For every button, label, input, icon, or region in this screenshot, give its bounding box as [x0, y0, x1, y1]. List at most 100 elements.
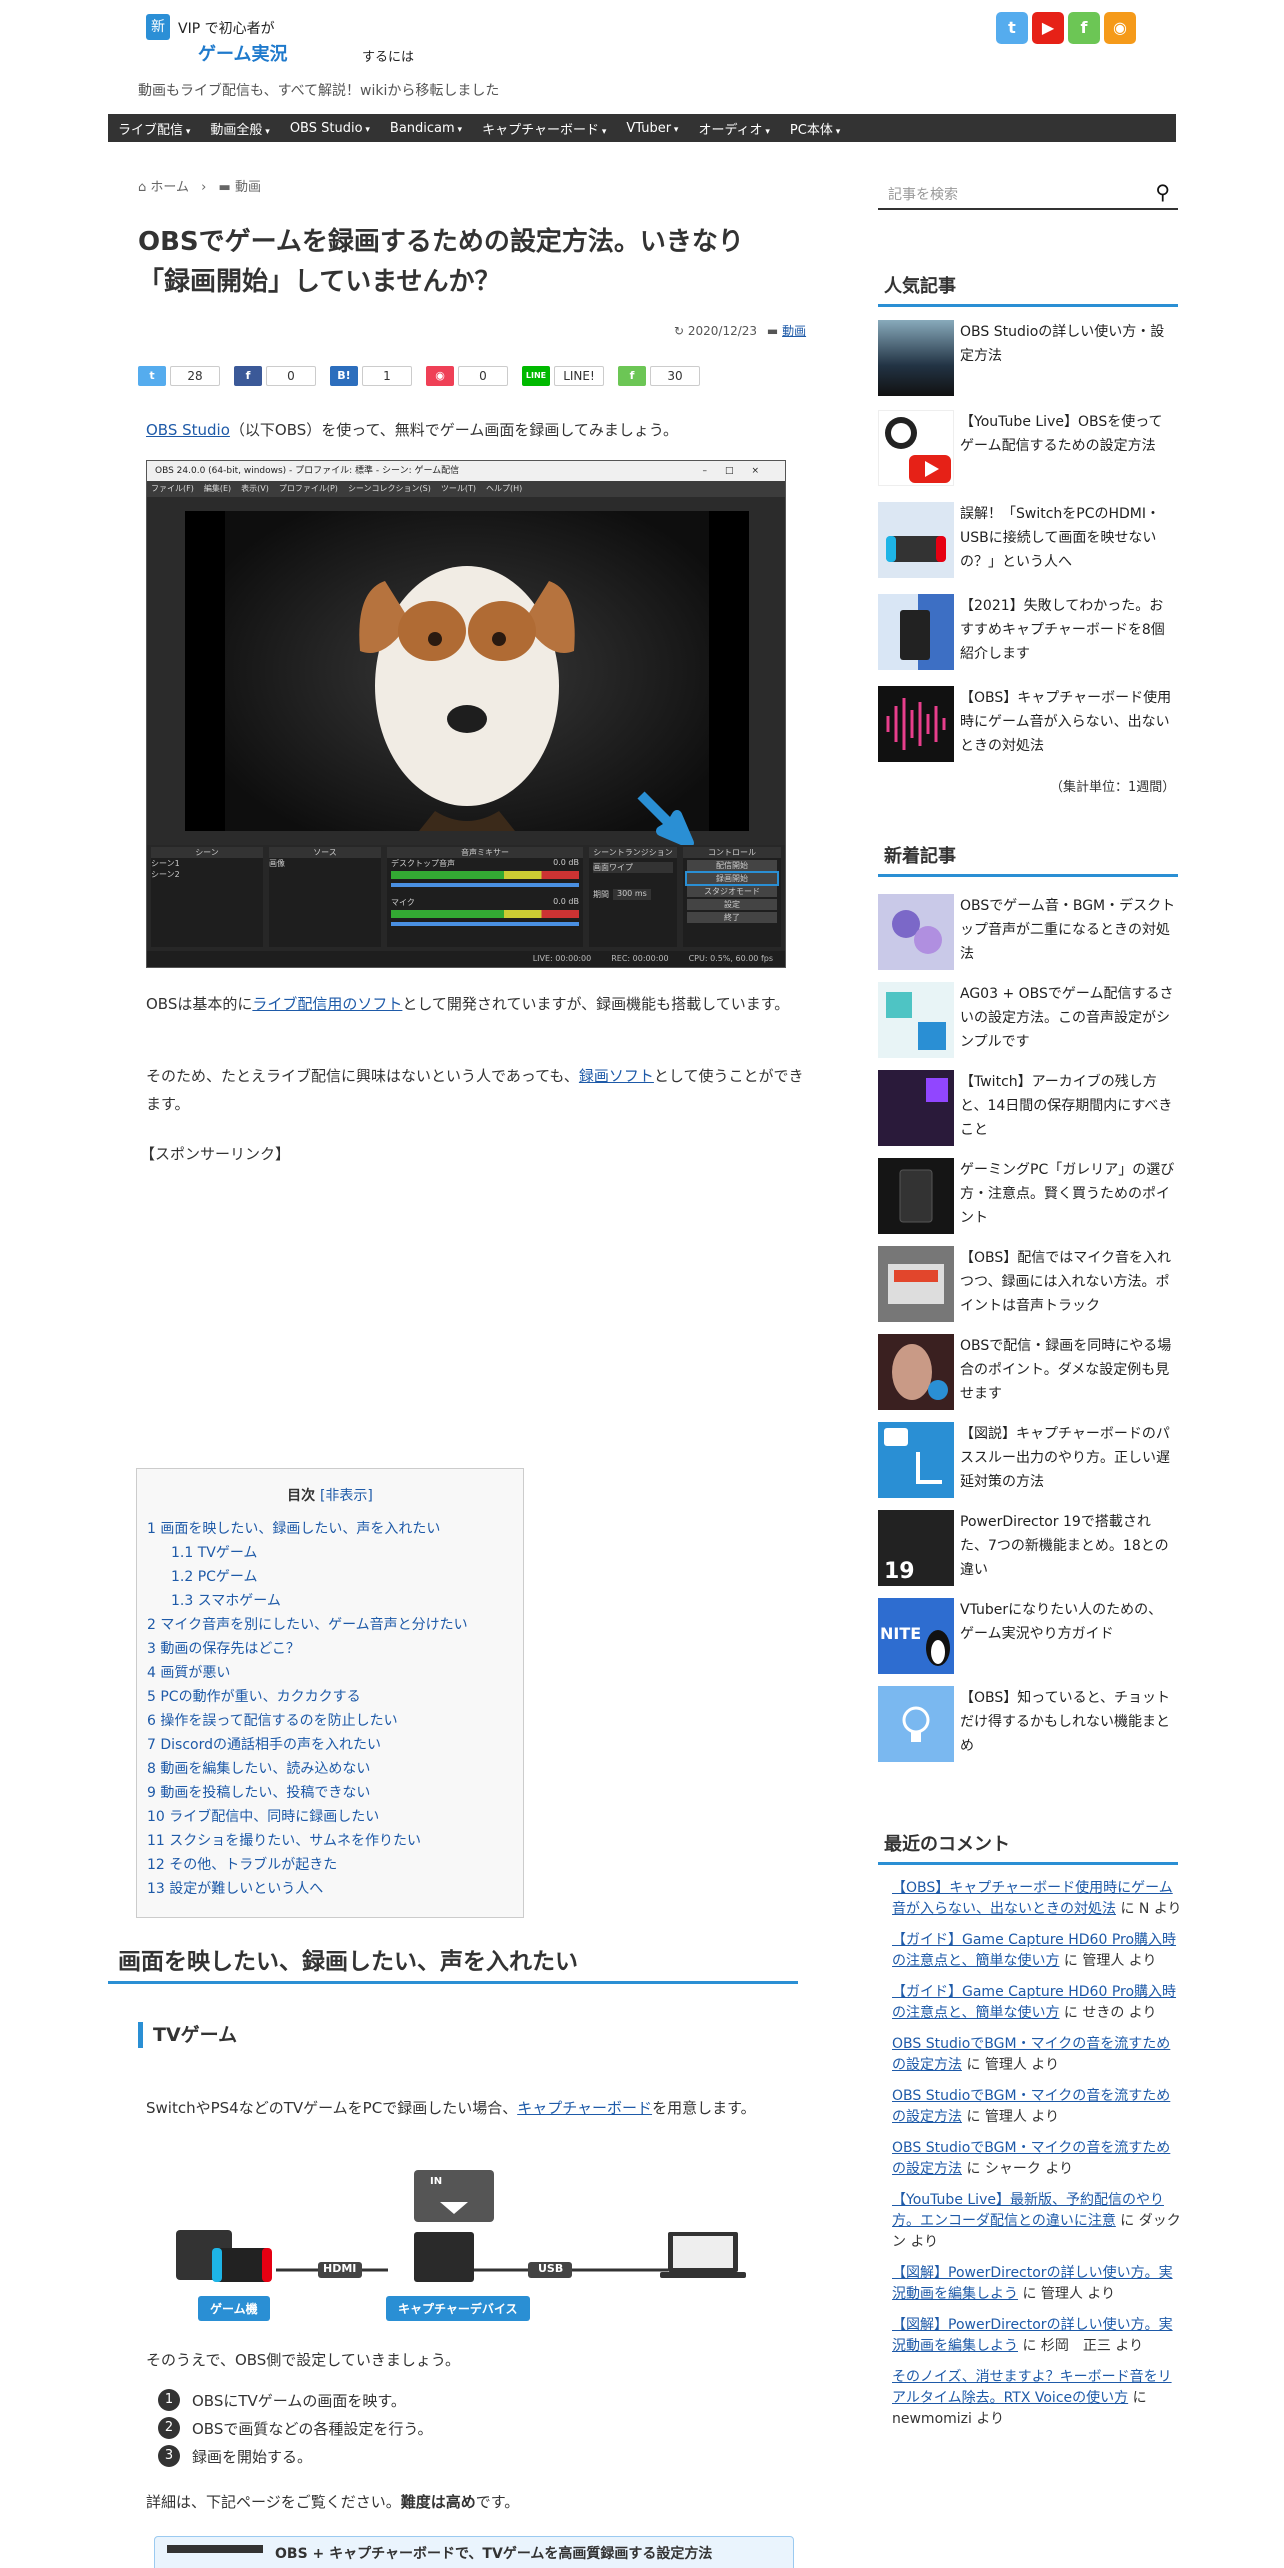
nav-item-obs[interactable]: OBS Studio — [290, 121, 370, 136]
toc-link[interactable]: 9 動画を投稿したい、投稿できない — [147, 1785, 370, 1801]
comment-item: 【ガイド】Game Capture HD60 Pro購入時の注意点と、簡単な使い… — [892, 1930, 1182, 1972]
nav-item-live[interactable]: ライブ配信 — [118, 119, 190, 138]
capture-board-link[interactable]: キャプチャーボード — [517, 2099, 652, 2117]
new-item[interactable]: ゲーミングPC「ガレリア」の選び方・注意点。賢く買うためのポイント — [878, 1158, 1178, 1238]
toc-item: 1.2 PCゲーム — [147, 1565, 523, 1589]
nav-item-pc[interactable]: PC本体 — [790, 119, 840, 138]
toc-link[interactable]: 4 画質が悪い — [147, 1665, 230, 1681]
obs-studio-link[interactable]: OBS Studio — [146, 421, 230, 439]
new-item[interactable]: 【OBS】配信ではマイク音を入れつつ、録画には入れない方法。ポイントは音声トラッ… — [878, 1246, 1178, 1326]
toc-link[interactable]: 10 ライブ配信中、同時に録画したい — [147, 1809, 379, 1825]
recording-software-link[interactable]: 録画ソフト — [579, 1067, 654, 1085]
popular-heading: 人気記事 — [878, 270, 1178, 307]
toc-link[interactable]: 3 動画の保存先はどこ？ — [147, 1641, 300, 1657]
toc-link[interactable]: 1.3 スマホゲーム — [171, 1593, 281, 1609]
toc-item: 1.3 スマホゲーム — [147, 1589, 523, 1613]
hdmi-label: HDMI — [323, 2262, 357, 2275]
article-category[interactable]: 動画 — [782, 324, 806, 338]
popular-item[interactable]: 誤解！「SwitchをPCのHDMI・USBに接続して画面を映せないの？」という… — [878, 502, 1178, 582]
toc-link[interactable]: 6 操作を誤って配信するのを防止したい — [147, 1713, 398, 1729]
toc-link[interactable]: 5 PCの動作が重い、カクカクする — [147, 1689, 361, 1705]
share-line[interactable]: LINE LINE! — [522, 366, 604, 386]
article-thumb — [878, 502, 954, 578]
paragraph-4: SwitchやPS4などのTVゲームをPCで録画したい場合、キャプチャーボードを… — [146, 2099, 756, 2117]
nav-item-capture[interactable]: キャプチャーボード — [482, 119, 606, 138]
toc-item: 11 スクショを撮りたい、サムネを作りたい — [147, 1829, 523, 1853]
comment-item: OBS StudioでBGM・マイクの音を流すための設定方法 に シャーク より — [892, 2138, 1182, 2180]
new-item[interactable]: 【図説】キャプチャーボードのパススルー出力のやり方。正しい遅延対策の方法 — [878, 1422, 1178, 1502]
new-item[interactable]: NITE VTuberになりたい人のための、ゲーム実況やり方ガイド — [878, 1598, 1178, 1678]
toc-item: 7 Discordの通話相手の声を入れたい — [147, 1733, 523, 1757]
popular-item[interactable]: 【OBS】キャプチャーボード使用時にゲーム音が入らない、出ないときの対処法 — [878, 686, 1178, 766]
breadcrumb-category[interactable]: 動画 — [235, 180, 261, 195]
toc-link[interactable]: 1.1 TVゲーム — [171, 1545, 257, 1561]
related-article-card[interactable]: OBS + キャプチャーボードで、TVゲームを高画質録画する設定方法 — [154, 2536, 794, 2568]
new-item[interactable]: 19 PowerDirector 19で搭載された、7つの新機能まとめ。18との違… — [878, 1510, 1178, 1590]
twitter-icon[interactable]: t — [996, 12, 1028, 44]
toc-item: 6 操作を誤って配信するのを防止したい — [147, 1709, 523, 1733]
search-box[interactable]: 記事を検索 ⚲ — [878, 174, 1178, 210]
step-number-icon: 3 — [158, 2445, 180, 2467]
game-console-label: ゲーム機 — [198, 2296, 270, 2321]
search-icon[interactable]: ⚲ — [1155, 180, 1170, 204]
twitter-icon: t — [138, 366, 166, 386]
toc-link[interactable]: 1 画面を映したい、録画したい、声を入れたい — [147, 1521, 440, 1537]
volume-slider[interactable] — [391, 922, 579, 926]
toc-link[interactable]: 1.2 PCゲーム — [171, 1569, 258, 1585]
toc-link[interactable]: 13 設定が難しいという人へ — [147, 1881, 323, 1897]
youtube-icon[interactable]: ▶ — [1032, 12, 1064, 44]
breadcrumb-home[interactable]: ホーム — [150, 180, 189, 195]
obs-docks: シーン シーン1 シーン2 ソース 画像 音声ミキサー デスクトップ音声 0.0 … — [147, 845, 785, 951]
comment-item: 【図解】PowerDirectorの詳しい使い方。実況動画を編集しよう に 杉岡… — [892, 2315, 1182, 2357]
nav-item-bandicam[interactable]: Bandicam — [390, 121, 462, 136]
toc-link[interactable]: 8 動画を編集したい、読み込めない — [147, 1761, 370, 1777]
nav-item-vtuber[interactable]: VTuber — [626, 121, 678, 136]
new-item[interactable]: OBSで配信・録画を同時にやる場合のポイント。ダメな設定例も見せます — [878, 1334, 1178, 1414]
article-thumb — [878, 1070, 954, 1146]
obs-title-bar: OBS 24.0.0 (64-bit, windows) - プロファイル: 標… — [147, 461, 785, 481]
toc-item: 2 マイク音声を別にしたい、ゲーム音声と分けたい — [147, 1613, 523, 1637]
intro-paragraph: OBS Studio（以下OBS）を使って、無料でゲーム画面を録画してみましょう… — [146, 421, 678, 439]
new-item[interactable]: 【Twitch】アーカイブの残し方と、14日間の保存期間内にすべきこと — [878, 1070, 1178, 1150]
table-of-contents: 目次 [非表示] 1 画面を映したい、録画したい、声を入れたい 1.1 TVゲーム… — [136, 1468, 524, 1918]
toc-link[interactable]: 12 その他、トラブルが起きた — [147, 1857, 337, 1873]
share-pocket[interactable]: ◉ 0 — [426, 366, 508, 386]
capture-device-label: キャプチャーデバイス — [386, 2296, 530, 2321]
article-thumb — [878, 894, 954, 970]
global-nav: ライブ配信 動画全般 OBS Studio Bandicam キャプチャーボード… — [108, 114, 1176, 142]
search-input[interactable]: 記事を検索 — [888, 187, 958, 203]
new-item[interactable]: OBSでゲーム音・BGM・デスクトップ音声が二重になるときの対処法 — [878, 894, 1178, 974]
article-thumb — [878, 982, 954, 1058]
site-logo[interactable]: 新 VIP で初心者が ゲーム実況 するには — [146, 14, 466, 70]
share-twitter[interactable]: t 28 — [138, 366, 220, 386]
feedly-icon[interactable]: f — [1068, 12, 1100, 44]
share-feedly[interactable]: f 30 — [618, 366, 700, 386]
toc-link[interactable]: 11 スクショを撮りたい、サムネを作りたい — [147, 1833, 421, 1849]
volume-slider[interactable] — [391, 883, 579, 887]
paragraph-2: OBSは基本的にライブ配信用のソフトとして開発されていますが、録画機能も搭載して… — [146, 995, 790, 1013]
rss-icon[interactable]: ◉ — [1104, 12, 1136, 44]
new-item[interactable]: 【OBS】知っていると、チョットだけ得するかもしれない機能まとめ — [878, 1686, 1178, 1766]
share-hatena[interactable]: B! 1 — [330, 366, 412, 386]
start-recording-button[interactable]: 録画開始 — [685, 871, 779, 886]
toc-link[interactable]: 7 Discordの通話相手の声を入れたい — [147, 1737, 381, 1753]
toc-toggle[interactable]: [非表示] — [320, 1488, 373, 1504]
new-item[interactable]: AG03 + OBSでゲーム配信するさいの設定方法。この音声設定がシンプルです — [878, 982, 1178, 1062]
nav-item-video[interactable]: 動画全般 — [210, 119, 269, 138]
article-thumb: 19 — [878, 1510, 954, 1586]
transition-panel: シーントランジション 画面ワイプ 期間 300 ms — [589, 847, 677, 947]
popular-item[interactable]: 【2021】失敗してわかった。おすすめキャプチャーボードを8個紹介します — [878, 594, 1178, 674]
toc-link[interactable]: 2 マイク音声を別にしたい、ゲーム音声と分けたい — [147, 1617, 468, 1633]
share-facebook[interactable]: f0 — [234, 366, 316, 386]
obs-screenshot: OBS 24.0.0 (64-bit, windows) - プロファイル: 標… — [146, 460, 786, 968]
live-software-link[interactable]: ライブ配信用のソフト — [252, 995, 402, 1013]
article-thumb — [878, 1334, 954, 1410]
article-thumb — [878, 320, 954, 396]
toc-item: 4 画質が悪い — [147, 1661, 523, 1685]
comment-author: に 杉岡 正三 より — [1018, 2338, 1144, 2354]
share-buttons: t 28 f0 B! 1 ◉ 0 LINE LINE! f 30 — [138, 366, 714, 386]
article-thumb — [878, 1422, 954, 1498]
popular-item[interactable]: OBS Studioの詳しい使い方・設定方法 — [878, 320, 1178, 400]
popular-item[interactable]: 【YouTube Live】OBSを使ってゲーム配信するための設定方法 — [878, 410, 1178, 490]
nav-item-audio[interactable]: オーディオ — [698, 119, 769, 138]
